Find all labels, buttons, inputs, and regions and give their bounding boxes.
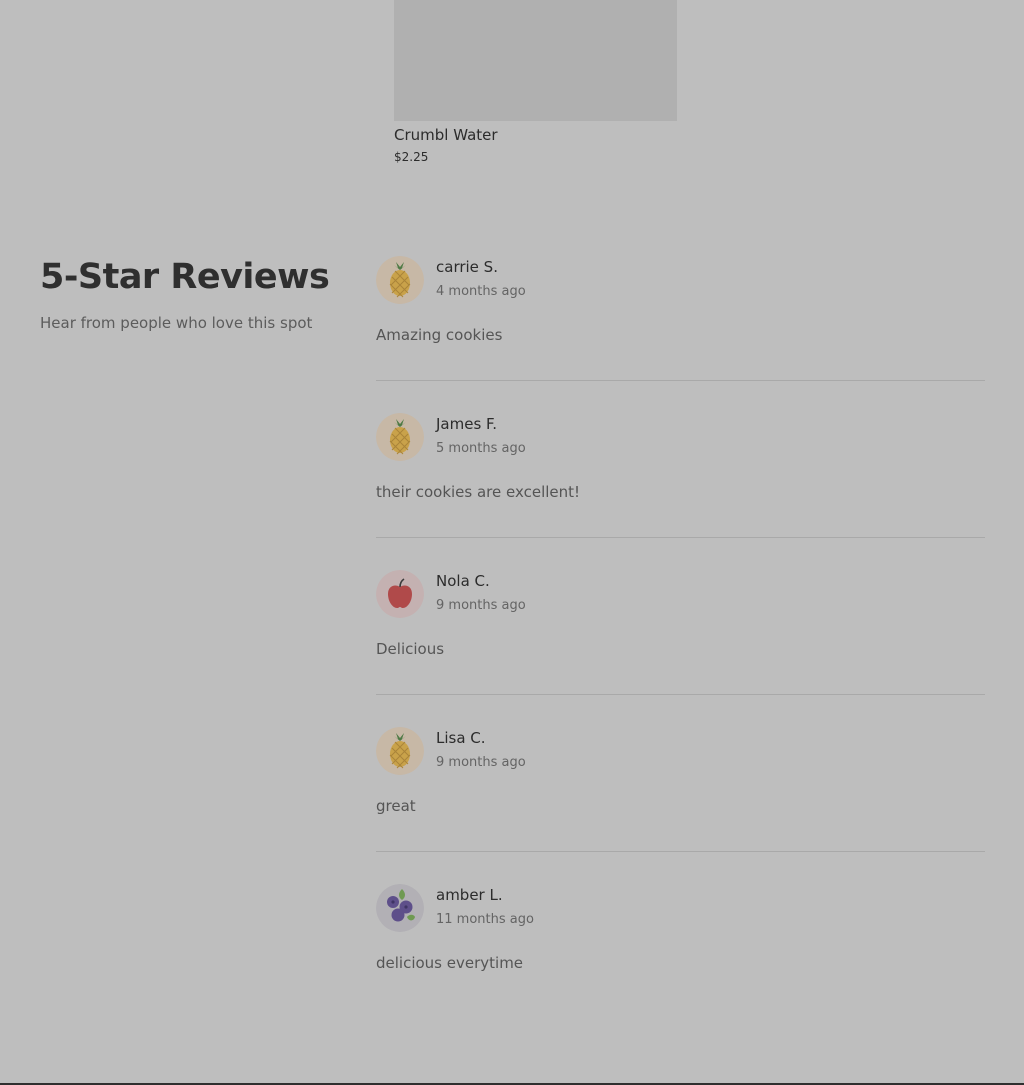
pineapple-icon (376, 727, 424, 775)
product-image[interactable] (394, 0, 677, 121)
review-text: Delicious (376, 640, 445, 658)
reviews-title: 5-Star Reviews (40, 257, 330, 297)
review-item: carrie S. 4 months ago Amazing cookies (376, 256, 985, 413)
review-item: Nola C. 9 months ago Delicious (376, 570, 985, 727)
product-name[interactable]: Crumbl Water (394, 126, 677, 144)
review-item: amber L. 11 months ago delicious everyti… (376, 884, 985, 1041)
review-text: delicious everytime (376, 954, 524, 972)
review-timestamp: 9 months ago (436, 755, 526, 770)
reviewer-name: carrie S. (436, 258, 498, 276)
product-price: $2.25 (394, 150, 429, 164)
reviewer-avatar (376, 256, 424, 304)
reviewer-name: amber L. (436, 886, 503, 904)
apple-icon (376, 570, 424, 618)
reviewer-avatar (376, 884, 424, 932)
review-timestamp: 11 months ago (436, 912, 534, 927)
reviewer-name: Lisa C. (436, 729, 486, 747)
reviewer-avatar (376, 727, 424, 775)
review-item: James F. 5 months ago their cookies are … (376, 413, 985, 570)
reviewer-name: James F. (436, 415, 498, 433)
review-timestamp: 4 months ago (436, 284, 526, 299)
reviewer-name: Nola C. (436, 572, 490, 590)
reviews-subtitle: Hear from people who love this spot (40, 314, 313, 332)
pineapple-icon (376, 256, 424, 304)
pineapple-icon (376, 413, 424, 461)
review-item: Lisa C. 9 months ago great (376, 727, 985, 884)
reviewer-avatar (376, 570, 424, 618)
blueberry-icon (376, 884, 424, 932)
review-text: Amazing cookies (376, 326, 503, 344)
review-timestamp: 5 months ago (436, 441, 526, 456)
product-card[interactable]: Crumbl Water $2.25 (394, 0, 677, 164)
review-timestamp: 9 months ago (436, 598, 526, 613)
review-list: carrie S. 4 months ago Amazing cookies J… (376, 256, 985, 1041)
review-text: their cookies are excellent! (376, 483, 581, 501)
review-text: great (376, 797, 416, 815)
reviewer-avatar (376, 413, 424, 461)
